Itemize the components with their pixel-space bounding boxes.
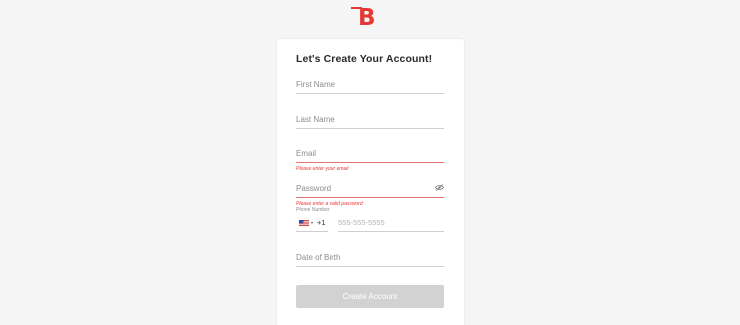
phone-input[interactable]	[338, 215, 438, 229]
first-name-field	[296, 77, 444, 94]
phone-label: Phone Number	[296, 207, 330, 213]
country-code-select[interactable]: +1	[296, 215, 328, 232]
email-field	[296, 146, 444, 163]
signup-page: B Let's Create Your Account! Please ente…	[0, 0, 740, 325]
eye-slash-icon[interactable]	[435, 184, 444, 191]
password-field	[296, 181, 444, 198]
dial-code: +1	[317, 218, 326, 227]
last-name-field	[296, 112, 444, 129]
last-name-input[interactable]	[296, 112, 426, 126]
email-input[interactable]	[296, 146, 426, 160]
form-title: Let's Create Your Account!	[296, 53, 433, 65]
brand-logo: B	[351, 5, 376, 28]
phone-row: +1	[296, 215, 444, 232]
create-account-button[interactable]: Create Account	[296, 285, 444, 308]
chevron-down-icon	[311, 222, 313, 224]
first-name-input[interactable]	[296, 77, 426, 91]
us-flag-icon	[299, 220, 309, 226]
email-error: Please enter your email	[296, 166, 349, 172]
logo-letter: B	[358, 5, 376, 28]
dob-field	[296, 250, 444, 267]
dob-input[interactable]	[296, 250, 426, 264]
password-input[interactable]	[296, 181, 426, 195]
phone-field	[338, 215, 444, 232]
signup-card: Let's Create Your Account! Please enter …	[276, 38, 465, 325]
